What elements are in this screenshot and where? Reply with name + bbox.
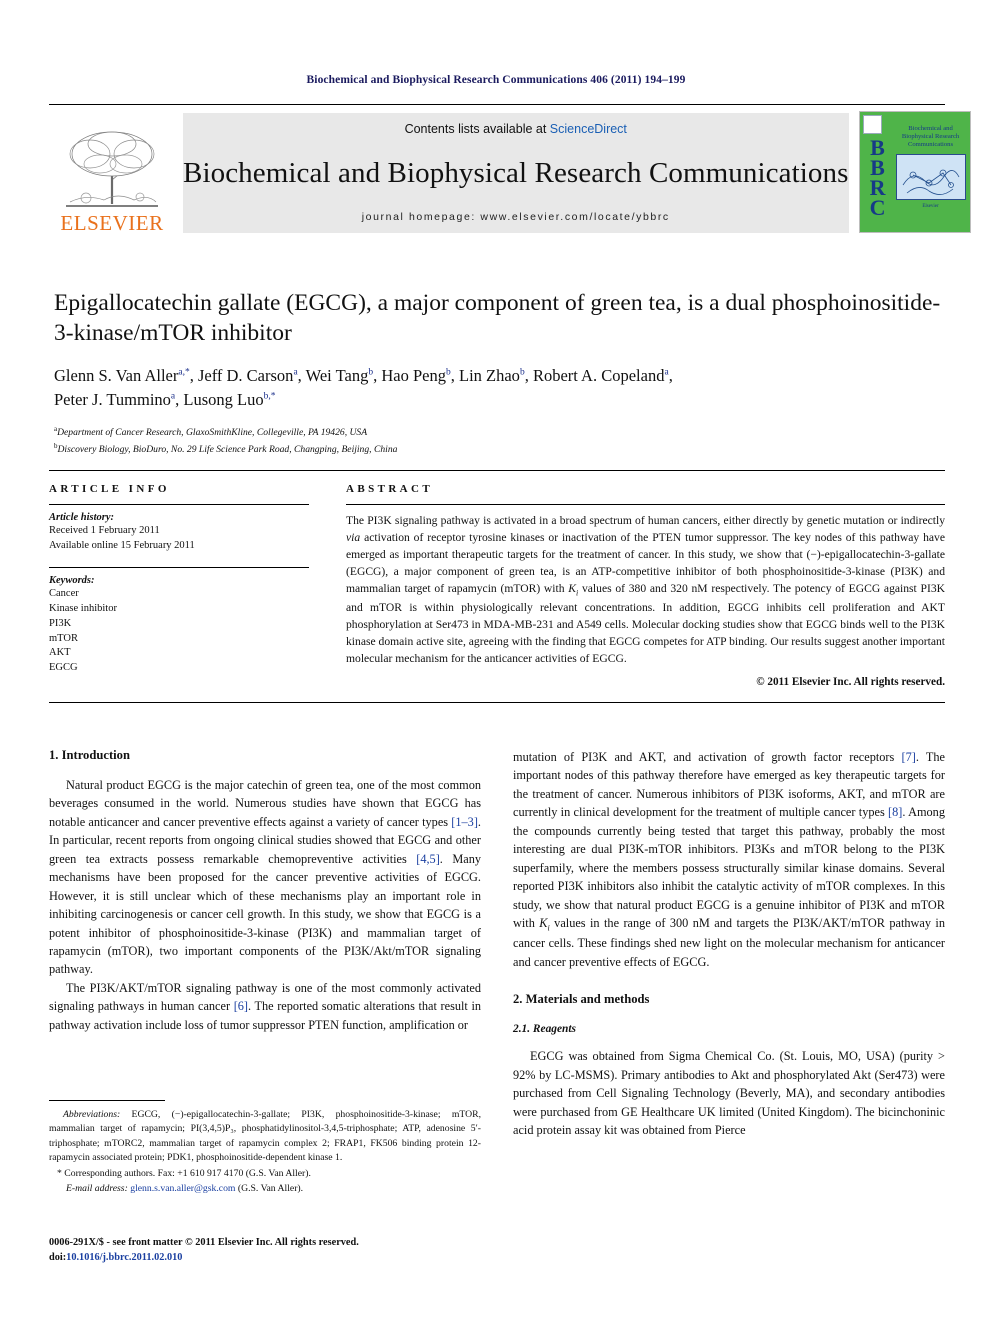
- contents-available-line: Contents lists available at ScienceDirec…: [405, 122, 627, 136]
- elsevier-tree-icon: [66, 131, 158, 207]
- article-history-received: Received 1 February 2011: [49, 525, 160, 536]
- intro-paragraph-2: The PI3K/AKT/mTOR signaling pathway is o…: [49, 980, 482, 1032]
- abbreviations-note: Abbreviations: EGCG, (−)-epigallocatechi…: [49, 1109, 481, 1164]
- issn-copyright-line: 0006-291X/$ - see front matter © 2011 El…: [49, 1237, 359, 1248]
- divider: [49, 504, 309, 505]
- author-affil-mark: b: [519, 367, 525, 378]
- citation-ref[interactable]: [8]: [888, 805, 902, 819]
- author: Hao Pengb: [381, 366, 451, 386]
- bbrc-letter-c: C: [869, 195, 886, 221]
- sciencedirect-link[interactable]: ScienceDirect: [550, 122, 627, 136]
- bbrc-cover-elsevier-mark: [862, 115, 882, 134]
- body-column-left: 1. Introduction Natural product EGCG is …: [49, 748, 481, 1139]
- footnote-divider: [49, 1100, 165, 1101]
- affiliation: aDepartment of Cancer Research, GlaxoSmi…: [54, 425, 368, 439]
- keyword-item: Kinase inhibitor: [49, 602, 117, 614]
- body-columns: 1. Introduction Natural product EGCG is …: [49, 748, 945, 1139]
- keyword-item: PI3K: [49, 617, 72, 629]
- author: Peter J. Tumminoa: [54, 390, 176, 410]
- citation-ref[interactable]: [1–3]: [451, 815, 478, 829]
- bbrc-cover-artwork: [895, 153, 966, 200]
- divider: [346, 504, 945, 505]
- email-note: E-mail address: glenn.s.van.aller@gsk.co…: [66, 1182, 304, 1194]
- keyword-item: EGCG: [49, 662, 78, 674]
- heading-reagents: 2.1. Reagents: [513, 1023, 576, 1036]
- author-affil-mark: b: [368, 367, 374, 378]
- keywords-heading: Keywords:: [49, 574, 95, 586]
- footnotes-block: Abbreviations: EGCG, (−)-epigallocatechi…: [49, 1100, 481, 1197]
- email-label: E-mail address:: [66, 1182, 128, 1194]
- masthead-center: Contents lists available at ScienceDirec…: [183, 113, 849, 233]
- heading-introduction: 1. Introduction: [49, 748, 130, 762]
- doi-link[interactable]: 10.1016/j.bbrc.2011.02.010: [66, 1252, 182, 1263]
- citation-ref[interactable]: [7]: [902, 750, 916, 764]
- reagents-paragraph: EGCG was obtained from Sigma Chemical Co…: [513, 1049, 945, 1138]
- author-affil-mark: b: [445, 367, 451, 378]
- author-list: Glenn S. Van Allera,*, Jeff D. Carsona, …: [54, 366, 673, 410]
- right-paragraph-1: mutation of PI3K and AKT, and activation…: [513, 750, 945, 969]
- keyword-item: mTOR: [49, 632, 78, 644]
- elsevier-logo: ELSEVIER: [49, 109, 175, 237]
- author: Lin Zhaob: [458, 366, 525, 386]
- email-link[interactable]: glenn.s.van.aller@gsk.com: [130, 1183, 235, 1194]
- bbrc-cover-thumbnail: B B R C Biochemical and Biophysical Rese…: [858, 111, 971, 233]
- author: Lusong Luob,*: [183, 390, 276, 410]
- paper-page: Biochemical and Biophysical Research Com…: [0, 0, 992, 1323]
- affiliation: bDiscovery Biology, BioDuro, No. 29 Life…: [54, 441, 398, 455]
- author: Jeff D. Carsona: [197, 366, 298, 386]
- article-history-heading: Article history:: [49, 512, 115, 523]
- author-affil-mark: a: [293, 367, 298, 378]
- abbreviations-label: Abbreviations:: [63, 1109, 121, 1120]
- author-affil-mark: a: [664, 367, 669, 378]
- info-abstract-band: ARTICLE INFO Article history: Received 1…: [49, 470, 945, 704]
- divider: [49, 566, 309, 568]
- doi-line: doi:10.1016/j.bbrc.2011.02.010: [49, 1251, 549, 1266]
- abstract-copyright: © 2011 Elsevier Inc. All rights reserved…: [756, 676, 945, 689]
- author-affil-mark: a: [170, 391, 176, 402]
- author: Robert A. Copelanda: [532, 366, 669, 386]
- article-history-online: Available online 15 February 2011: [49, 539, 195, 551]
- body-column-right: mutation of PI3K and AKT, and activation…: [513, 748, 945, 1139]
- article-info-column: ARTICLE INFO Article history: Received 1…: [49, 483, 325, 688]
- author-affil-mark: b,*: [263, 391, 276, 402]
- author: Glenn S. Van Allera,*: [54, 366, 190, 386]
- journal-homepage-link[interactable]: journal homepage: www.elsevier.com/locat…: [362, 211, 670, 223]
- page-footer: 0006-291X/$ - see front matter © 2011 El…: [49, 1236, 549, 1266]
- abstract-text: The PI3K signaling pathway is activated …: [346, 514, 945, 666]
- elsevier-wordmark: ELSEVIER: [60, 211, 164, 235]
- intro-paragraph-1: Natural product EGCG is the major catech…: [49, 778, 482, 977]
- abstract-label: ABSTRACT: [346, 483, 434, 495]
- running-head: Biochemical and Biophysical Research Com…: [306, 74, 686, 86]
- keyword-item: AKT: [49, 647, 71, 659]
- doi-label: doi:: [49, 1251, 67, 1263]
- heading-materials-and-methods: 2. Materials and methods: [513, 992, 650, 1007]
- molecule-illustration-icon: [902, 169, 959, 195]
- abstract-column: ABSTRACT The PI3K signaling pathway is a…: [325, 483, 945, 688]
- bbrc-cover-publisher: Elsevier: [922, 203, 939, 209]
- corresponding-author-note: * Corresponding authors. Fax: +1 610 917…: [57, 1168, 311, 1180]
- article-title: Epigallocatechin gallate (EGCG), a major…: [54, 290, 941, 347]
- contents-prefix: Contents lists available at: [404, 122, 550, 136]
- journal-masthead: ELSEVIER Contents lists available at Sci…: [49, 104, 971, 237]
- author: Wei Tangb: [305, 366, 374, 386]
- author-affil-mark: a,*: [178, 367, 190, 378]
- affiliation-list: aDepartment of Cancer Research, GlaxoSmi…: [54, 424, 944, 457]
- article-info-label: ARTICLE INFO: [49, 483, 170, 495]
- journal-title: Biochemical and Biophysical Research Com…: [183, 156, 849, 189]
- bbrc-cover-title: Biochemical and Biophysical Research Com…: [901, 125, 960, 149]
- citation-ref[interactable]: [4,5]: [416, 852, 440, 866]
- keyword-item: Cancer: [49, 587, 79, 599]
- citation-ref[interactable]: [6]: [234, 999, 248, 1013]
- title-block: Epigallocatechin gallate (EGCG), a major…: [54, 288, 944, 457]
